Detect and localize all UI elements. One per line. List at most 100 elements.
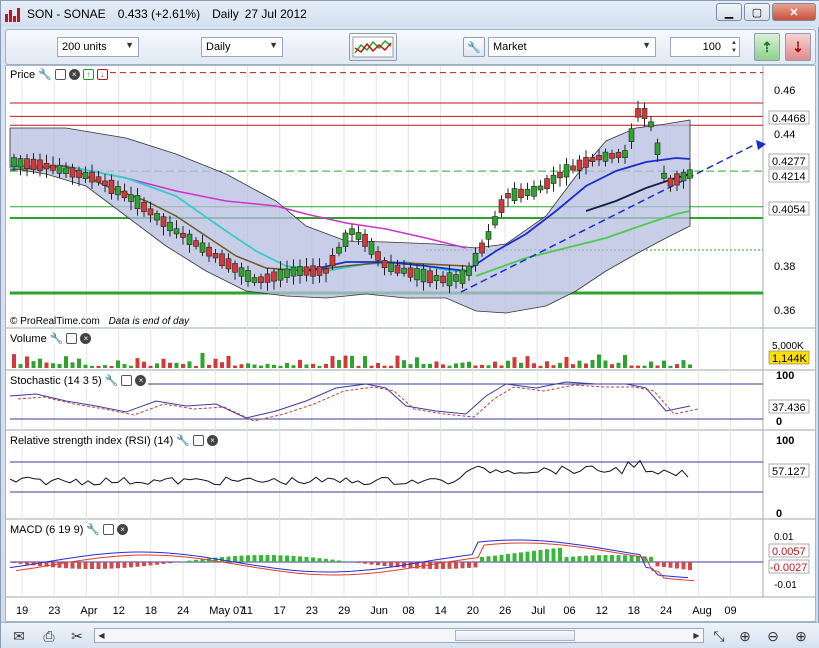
interval-select-value: Daily	[206, 41, 231, 53]
x-axis-tick-label: 12	[596, 605, 608, 617]
macd-histogram-bar	[25, 562, 29, 565]
quantity-stepper[interactable]: 100 ▲ ▼	[670, 37, 740, 57]
zoom-out-icon[interactable]: ⊖	[763, 627, 783, 645]
volume-bar	[350, 355, 354, 368]
zoom-reset-icon[interactable]: ⊕	[735, 627, 755, 645]
macd-histogram-bar	[668, 562, 673, 568]
stochastic-panel-title: Stochastic (14 3 5)	[10, 374, 102, 387]
macd-histogram-bar	[317, 558, 322, 562]
volume-bar	[538, 365, 543, 368]
candle-body	[82, 171, 89, 179]
zoom-in-icon[interactable]: ⊕	[791, 627, 811, 645]
macd-histogram-bar	[545, 549, 549, 562]
wrench-icon[interactable]: 🔧	[50, 332, 64, 345]
macd-histogram-bar	[363, 562, 367, 564]
interval-select[interactable]: Daily ▼	[201, 37, 283, 57]
candle-body	[576, 159, 583, 171]
scroll-left-icon[interactable]: ◀	[95, 629, 108, 642]
window-icon[interactable]	[66, 333, 78, 344]
rsi-panel-title: Relative strength index (RSI) (14)	[10, 434, 174, 447]
close-icon[interactable]: ×	[206, 435, 218, 446]
candle-body	[69, 167, 76, 178]
scrollbar-thumb[interactable]	[455, 630, 575, 641]
order-tool-button[interactable]: 🔧	[463, 37, 485, 57]
wrench-icon[interactable]: 🔧	[38, 68, 52, 81]
close-button[interactable]: ✕	[772, 3, 816, 21]
window-icon[interactable]	[54, 69, 66, 80]
macd-histogram-bar	[571, 556, 575, 562]
units-select-value: 200 units	[62, 41, 107, 53]
stochastic-d-line	[17, 384, 699, 422]
volume-bar	[51, 363, 55, 368]
close-icon[interactable]: ×	[135, 375, 147, 386]
macd-histogram-bar	[311, 557, 315, 562]
volume-bar	[428, 363, 432, 368]
order-type-select[interactable]: Market ▼	[488, 37, 656, 57]
candle-body	[622, 150, 628, 158]
volume-bar	[454, 363, 458, 368]
x-axis-tick-label: Apr	[80, 605, 97, 617]
volume-bar	[265, 363, 270, 368]
close-icon[interactable]: ×	[80, 333, 92, 344]
x-axis-tick-label: 12	[113, 605, 125, 617]
chart-area[interactable]: 19 23 Apr 12 18 24 May 07 11 17 23 29 Jun 08 14 20 26 Ju…	[5, 65, 816, 622]
volume-bar	[363, 356, 367, 368]
candle-body	[108, 179, 115, 194]
close-icon[interactable]: ×	[68, 69, 80, 80]
volume-bar	[272, 364, 276, 368]
volume-bar	[31, 361, 36, 368]
price-level-label: 0.4468	[772, 113, 806, 125]
candle-body	[199, 242, 206, 253]
buy-icon: ⇡	[761, 38, 773, 55]
candle-body	[550, 174, 557, 184]
window-icon[interactable]	[103, 524, 115, 535]
time-scrollbar[interactable]: ◀ ▶	[94, 628, 704, 643]
volume-bar	[90, 365, 94, 368]
x-axis-tick-label: Jun	[370, 605, 388, 617]
maximize-button[interactable]: ▢	[744, 3, 770, 21]
candle-body	[362, 233, 368, 247]
macd-histogram-bar	[278, 555, 283, 562]
watermark-text: © ProRealTime.com	[10, 316, 100, 327]
zoom-fit-icon[interactable]: ⤡	[709, 627, 729, 645]
macd-histogram-bar	[447, 562, 452, 569]
macd-histogram-bar	[129, 562, 133, 568]
stepper-arrows-icon: ▲ ▼	[731, 40, 737, 54]
window-icon[interactable]	[192, 435, 204, 446]
candle-body	[329, 255, 336, 267]
macd-histogram-bar	[525, 551, 530, 562]
wrench-icon[interactable]: 🔧	[176, 434, 190, 447]
wrench-icon[interactable]: 🔧	[86, 523, 100, 536]
wrench-icon[interactable]: 🔧	[105, 374, 119, 387]
macd-histogram-bar	[655, 562, 660, 567]
macd-histogram-bar	[681, 562, 686, 570]
volume-bar	[408, 364, 413, 368]
scroll-right-icon[interactable]: ▶	[690, 629, 703, 642]
macd-histogram-bar	[259, 555, 263, 562]
volume-bar	[551, 365, 556, 368]
sell-button[interactable]: ⇣	[785, 33, 811, 61]
settings-icon[interactable]: ✂	[67, 627, 87, 645]
window-icon[interactable]	[121, 375, 133, 386]
print-icon[interactable]: ⎙	[39, 627, 59, 645]
candle-body	[232, 263, 238, 273]
minimize-button[interactable]: ▁	[716, 3, 742, 21]
candle-body	[264, 273, 271, 283]
macd-histogram-bar	[343, 561, 348, 562]
candle-body	[609, 153, 615, 159]
email-icon[interactable]: ✉	[9, 627, 29, 645]
arrow-down-icon[interactable]: ↓	[96, 69, 108, 80]
close-icon[interactable]: ×	[117, 524, 129, 535]
volume-bar	[629, 365, 634, 368]
chart-canvas[interactable]: 19 23 Apr 12 18 24 May 0711 17 23 29 Jun 08 14 20 26 Ju…	[6, 66, 815, 621]
indicators-button[interactable]	[349, 33, 397, 61]
buy-button[interactable]: ⇡	[754, 33, 780, 61]
candle-body	[394, 264, 401, 274]
macd-histogram-bar	[324, 558, 328, 562]
instrument-title: SON - SONAE	[27, 7, 106, 21]
macd-histogram-bar	[603, 555, 608, 562]
units-select[interactable]: 200 units ▼	[57, 37, 139, 57]
volume-bar	[597, 354, 601, 368]
arrow-up-icon[interactable]: ↑	[82, 69, 94, 80]
candle-body	[570, 165, 576, 171]
